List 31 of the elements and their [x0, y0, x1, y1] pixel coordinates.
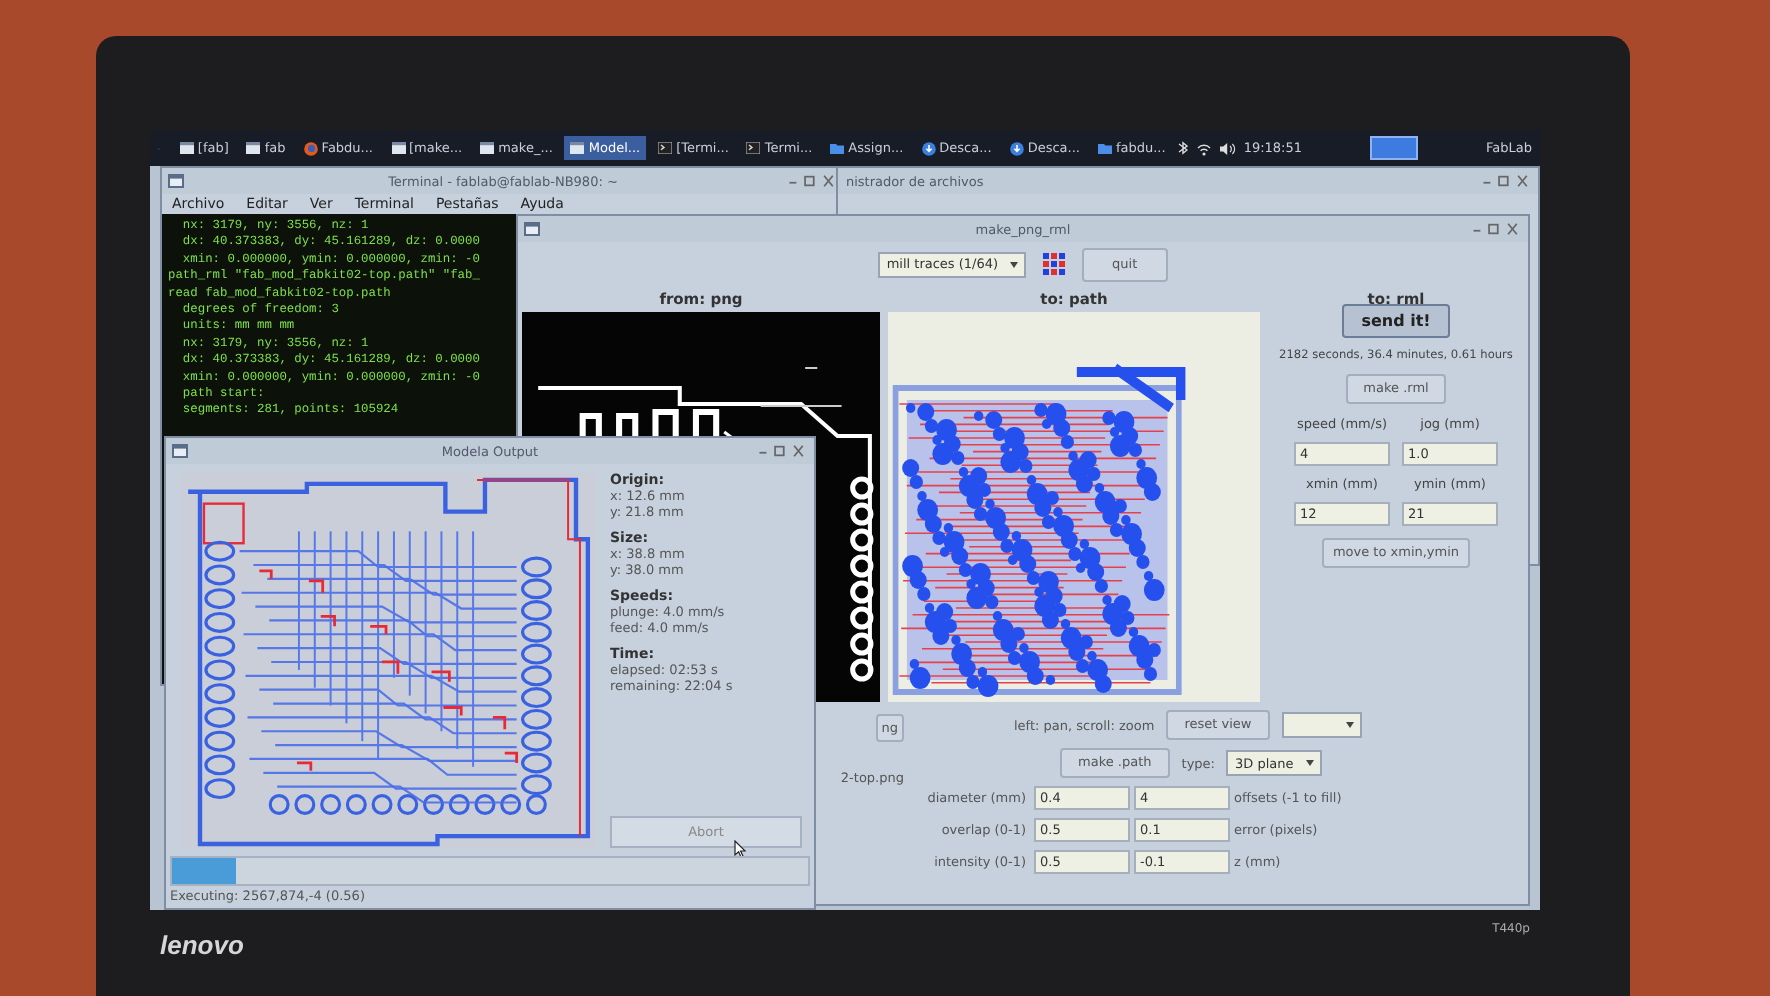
- window-icon: [391, 142, 405, 154]
- window-icon: [172, 444, 188, 458]
- browser-icon: [303, 141, 318, 155]
- window-controls-icon[interactable]: [786, 174, 838, 188]
- mouse-pointer-icon: [734, 840, 746, 858]
- window-icon: [246, 142, 261, 154]
- folder-icon: [1097, 142, 1112, 154]
- terminal-icon: [746, 142, 761, 154]
- terminal-icon: [658, 142, 673, 154]
- bluetooth-icon[interactable]: [1177, 140, 1188, 156]
- window-icon: [524, 222, 540, 236]
- caret-icon: [1345, 722, 1354, 728]
- window-controls-icon[interactable]: [1470, 222, 1522, 236]
- window-icon: [179, 142, 194, 154]
- window-icon: [570, 142, 585, 154]
- wifi-icon[interactable]: [1195, 141, 1212, 155]
- window-controls-icon[interactable]: [1480, 174, 1532, 188]
- brand-logo: lenovo: [160, 930, 244, 960]
- caret-icon: [1305, 760, 1314, 766]
- view-dropdown[interactable]: [1281, 712, 1362, 738]
- color-grid-icon[interactable]: [1042, 252, 1067, 276]
- download-icon: [921, 141, 936, 155]
- workspace-switcher[interactable]: [1370, 136, 1419, 160]
- download-icon: [1009, 141, 1024, 155]
- window-controls-icon[interactable]: [756, 444, 808, 458]
- send-button[interactable]: send it!: [1341, 304, 1451, 338]
- folder-icon: [830, 142, 845, 154]
- window-icon: [480, 142, 495, 154]
- volume-icon[interactable]: [1219, 141, 1236, 155]
- window-icon: [168, 174, 184, 188]
- caret-icon: [1010, 261, 1019, 267]
